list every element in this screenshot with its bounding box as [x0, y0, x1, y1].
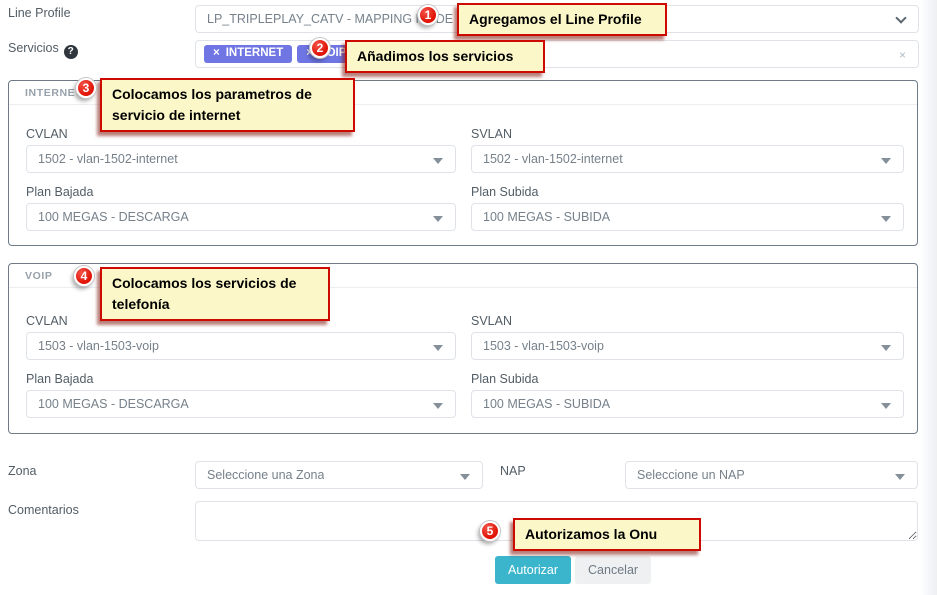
- step-number: 4: [81, 269, 88, 283]
- step-badge-5: 5: [480, 521, 500, 541]
- caret-down-icon: [881, 158, 891, 164]
- internet-plan-bajada-value: 100 MEGAS - DESCARGA: [38, 210, 189, 224]
- voip-section-title: VOIP: [25, 270, 53, 282]
- callout-line-profile: Agregamos el Line Profile: [457, 3, 667, 36]
- zona-value: Seleccione una Zona: [207, 468, 324, 482]
- internet-plan-subida-value: 100 MEGAS - SUBIDA: [483, 210, 610, 224]
- voip-cvlan-value: 1503 - vlan-1503-voip: [38, 339, 159, 353]
- nap-value: Seleccione un NAP: [637, 468, 745, 482]
- internet-svlan-label: SVLAN: [471, 127, 512, 141]
- nap-select[interactable]: Seleccione un NAP: [625, 461, 918, 489]
- voip-plan-bajada-label: Plan Bajada: [26, 372, 93, 386]
- voip-svlan-select[interactable]: 1503 - vlan-1503-voip: [471, 332, 904, 360]
- internet-plan-subida-label: Plan Subida: [471, 185, 538, 199]
- voip-plan-bajada-select[interactable]: 100 MEGAS - DESCARGA: [26, 390, 456, 418]
- caret-down-icon: [881, 216, 891, 222]
- servicios-label: Servicios?: [8, 41, 78, 59]
- internet-svlan-value: 1502 - vlan-1502-internet: [483, 152, 623, 166]
- comentarios-label: Comentarios: [8, 503, 79, 517]
- tag-internet[interactable]: × INTERNET: [204, 45, 292, 63]
- step-badge-2: 2: [310, 38, 330, 58]
- step-number: 1: [425, 8, 432, 22]
- internet-plan-bajada-select[interactable]: 100 MEGAS - DESCARGA: [26, 203, 456, 231]
- internet-plan-bajada-label: Plan Bajada: [26, 185, 93, 199]
- authorize-onu-form: Line Profile LP_TRIPLEPLAY_CATV - MAPPIN…: [0, 0, 937, 595]
- action-buttons: Autorizar Cancelar: [495, 556, 651, 584]
- step-number: 2: [317, 41, 324, 55]
- callout-authorize: Autorizamos la Onu: [513, 518, 701, 551]
- internet-section-title: INTERNET: [25, 87, 82, 99]
- servicios-tag-input[interactable]: × INTERNET × VOIP ×: [195, 40, 919, 68]
- voip-svlan-value: 1503 - vlan-1503-voip: [483, 339, 604, 353]
- step-number: 3: [83, 81, 90, 95]
- callout-text: Colocamos los parametros de servicio de …: [112, 86, 312, 123]
- tag-label: INTERNET: [226, 48, 284, 60]
- callout-voip: Colocamos los servicios de telefonía: [100, 267, 330, 321]
- callout-servicios: Añadimos los servicios: [345, 40, 545, 73]
- callout-text: Añadimos los servicios: [357, 48, 513, 64]
- line-profile-value: LP_TRIPLEPLAY_CATV - MAPPING MODE vlan: [207, 12, 480, 26]
- callout-text: Agregamos el Line Profile: [469, 11, 642, 27]
- cancel-button[interactable]: Cancelar: [575, 556, 651, 584]
- step-badge-1: 1: [418, 5, 438, 25]
- internet-svlan-select[interactable]: 1502 - vlan-1502-internet: [471, 145, 904, 173]
- voip-cvlan-select[interactable]: 1503 - vlan-1503-voip: [26, 332, 456, 360]
- voip-svlan-label: SVLAN: [471, 314, 512, 328]
- help-icon[interactable]: ?: [64, 45, 78, 59]
- caret-down-icon: [881, 403, 891, 409]
- internet-plan-subida-select[interactable]: 100 MEGAS - SUBIDA: [471, 203, 904, 231]
- step-number: 5: [487, 524, 494, 538]
- voip-cvlan-label: CVLAN: [26, 314, 68, 328]
- caret-down-icon: [433, 216, 443, 222]
- step-badge-4: 4: [74, 266, 94, 286]
- caret-down-icon: [433, 158, 443, 164]
- zona-label: Zona: [8, 464, 37, 478]
- voip-plan-bajada-value: 100 MEGAS - DESCARGA: [38, 397, 189, 411]
- callout-internet: Colocamos los parametros de servicio de …: [100, 78, 355, 132]
- servicios-label-text: Servicios: [8, 41, 59, 55]
- callout-text: Colocamos los servicios de telefonía: [112, 275, 296, 312]
- caret-down-icon: [895, 474, 905, 480]
- zona-select[interactable]: Seleccione una Zona: [195, 461, 483, 489]
- caret-down-icon: [433, 345, 443, 351]
- internet-cvlan-label: CVLAN: [26, 127, 68, 141]
- callout-text: Autorizamos la Onu: [525, 526, 657, 542]
- voip-plan-subida-select[interactable]: 100 MEGAS - SUBIDA: [471, 390, 904, 418]
- caret-down-icon: [881, 345, 891, 351]
- caret-down-icon: [433, 403, 443, 409]
- clear-icon[interactable]: ×: [899, 48, 906, 62]
- caret-down-icon: [460, 474, 470, 480]
- chevron-down-icon: [895, 12, 906, 23]
- internet-cvlan-value: 1502 - vlan-1502-internet: [38, 152, 178, 166]
- line-profile-label: Line Profile: [8, 6, 71, 20]
- voip-plan-subida-value: 100 MEGAS - SUBIDA: [483, 397, 610, 411]
- nap-label: NAP: [500, 464, 526, 478]
- step-badge-3: 3: [76, 78, 96, 98]
- authorize-button[interactable]: Autorizar: [495, 556, 571, 584]
- internet-cvlan-select[interactable]: 1502 - vlan-1502-internet: [26, 145, 456, 173]
- voip-plan-subida-label: Plan Subida: [471, 372, 538, 386]
- remove-tag-icon[interactable]: ×: [213, 48, 220, 60]
